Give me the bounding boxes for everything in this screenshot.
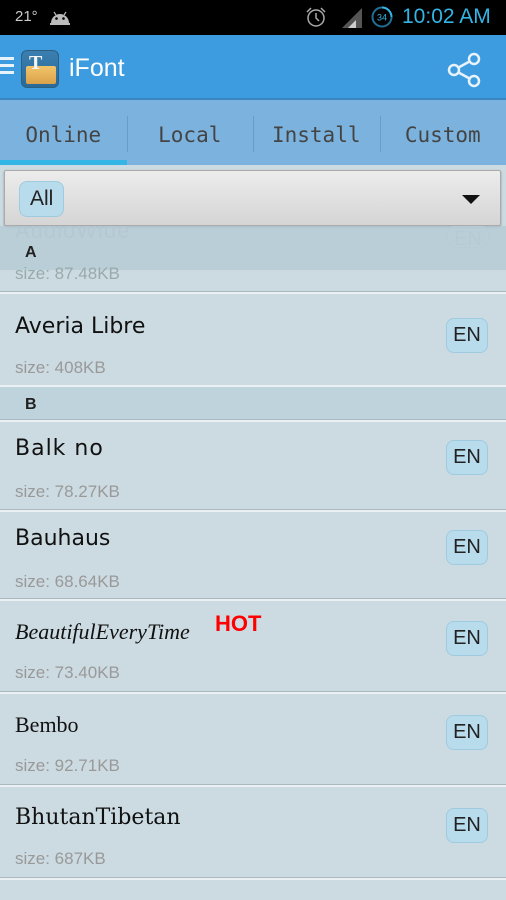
- font-name: Bembo: [15, 712, 79, 737]
- section-label: B: [25, 396, 37, 413]
- font-name: BhutanTibetan: [15, 805, 181, 830]
- section-label: A: [25, 244, 37, 261]
- list-item-partial-bottom[interactable]: [0, 878, 506, 900]
- battery-icon: 34: [371, 6, 393, 28]
- share-icon[interactable]: [446, 52, 482, 88]
- language-badge[interactable]: EN: [446, 318, 488, 353]
- language-badge[interactable]: EN: [446, 808, 488, 843]
- font-size: size: 78.27KB: [15, 482, 120, 501]
- status-bar: 21° 34 10:02 AM: [0, 0, 506, 35]
- category-filter-dropdown[interactable]: All: [4, 170, 501, 226]
- font-size: size: 92.71KB: [15, 756, 120, 775]
- list-item[interactable]: Averia Libre EN size: 408KB: [0, 292, 506, 385]
- clock: 10:02 AM: [402, 5, 491, 28]
- language-badge[interactable]: EN: [446, 715, 488, 750]
- list-item[interactable]: Bembo EN size: 92.71KB: [0, 692, 506, 785]
- language-badge[interactable]: EN: [446, 440, 488, 475]
- list-item[interactable]: Bauhaus EN size: 68.64KB: [0, 510, 506, 599]
- section-header-b: B: [0, 385, 506, 420]
- signal-icon: [342, 8, 362, 28]
- language-badge[interactable]: EN: [446, 530, 488, 565]
- tab-custom[interactable]: Custom: [379, 100, 506, 165]
- app-title: iFont: [69, 54, 125, 82]
- font-name: Bauhaus: [15, 526, 111, 551]
- font-size: size: 408KB: [15, 358, 106, 377]
- list-item[interactable]: BeautifulEveryTime HOT EN size: 73.40KB: [0, 599, 506, 692]
- font-name: Averia Libre: [15, 314, 146, 339]
- tab-bar: Online Local Install Custom: [0, 100, 506, 165]
- font-size: size: 68.64KB: [15, 572, 120, 591]
- font-size: size: 87.48KB: [15, 264, 120, 283]
- action-bar: T iFont: [0, 35, 506, 100]
- android-debug-icon: [50, 11, 70, 25]
- font-size: size: 73.40KB: [15, 663, 120, 682]
- language-badge[interactable]: EN: [446, 621, 488, 656]
- font-name: BeautifulEveryTime: [15, 619, 190, 644]
- list-item[interactable]: Balk no EN size: 78.27KB: [0, 420, 506, 510]
- battery-level: 34: [377, 13, 387, 23]
- filter-selected-value: All: [19, 181, 65, 217]
- tab-online[interactable]: Online: [0, 100, 127, 165]
- hot-badge: HOT: [215, 611, 262, 636]
- weather-temperature: 21°: [15, 8, 38, 25]
- list-item[interactable]: BhutanTibetan EN size: 687KB: [0, 785, 506, 878]
- tab-install[interactable]: Install: [253, 100, 380, 165]
- font-list[interactable]: AudioWide EN A size: 87.48KB Averia Libr…: [0, 226, 506, 900]
- tab-local[interactable]: Local: [126, 100, 254, 165]
- drawer-menu-icon[interactable]: [0, 57, 14, 75]
- list-item-partial[interactable]: AudioWide EN A size: 87.48KB: [0, 226, 506, 292]
- app-logo-icon[interactable]: T: [21, 50, 59, 88]
- alarm-icon: [306, 7, 326, 27]
- font-size: size: 687KB: [15, 849, 106, 868]
- dropdown-arrow-icon: [462, 195, 480, 204]
- font-name: Balk no: [15, 436, 104, 461]
